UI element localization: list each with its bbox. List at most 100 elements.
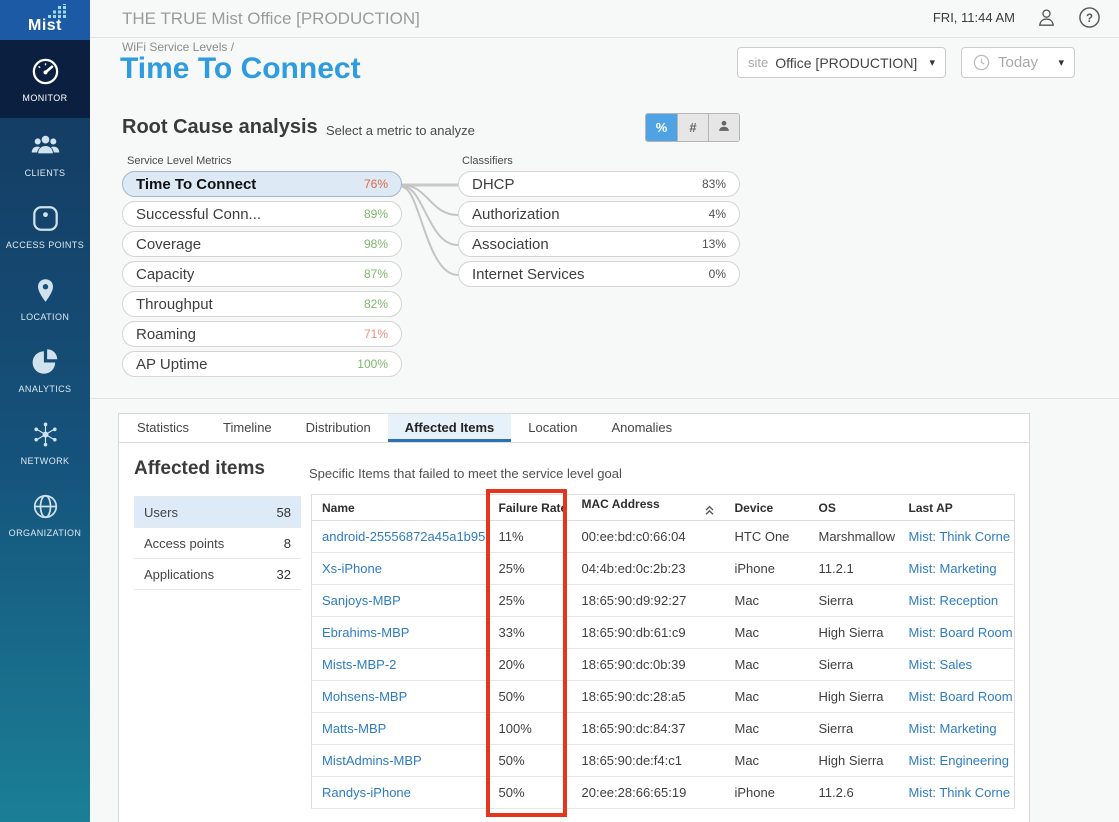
failure-rate-cell: 100% (489, 713, 572, 745)
device-name-link[interactable]: MistAdmins-MBP (322, 753, 422, 768)
sidebar-item-access-points[interactable]: ACCESS POINTS (0, 190, 90, 262)
metric-pill-successful-conn[interactable]: Successful Conn...89% (122, 201, 402, 227)
classifiers-column-label: Classifiers (462, 155, 513, 167)
tab-location[interactable]: Location (511, 414, 594, 442)
unit-toggle-count-button[interactable]: # (677, 114, 708, 141)
category-applications[interactable]: Applications32 (134, 559, 301, 590)
last-ap-link[interactable]: Mist: Marketing (909, 561, 997, 576)
sidebar-item-label: ACCESS POINTS (6, 240, 84, 250)
sidebar-item-monitor[interactable]: MONITOR (0, 40, 90, 118)
os-cell: High Sierra (809, 681, 899, 713)
category-access-points[interactable]: Access points8 (134, 528, 301, 559)
unit-toggle-percent-button[interactable]: % (646, 114, 677, 141)
device-name-link-container: Randys-iPhone (312, 777, 489, 809)
last-ap-link[interactable]: Mist: Sales (909, 657, 973, 672)
metric-pill-capacity[interactable]: Capacity87% (122, 261, 402, 287)
last-ap-link[interactable]: Mist: Marketing (909, 721, 997, 736)
category-label: Users (144, 505, 178, 520)
device-name-link-container: Mohsens-MBP (312, 681, 489, 713)
metric-pill-name: AP Uptime (136, 356, 207, 373)
failure-rate-cell: 25% (489, 585, 572, 617)
access-point-icon (30, 202, 61, 234)
mac-address-cell: 20:ee:28:66:65:19 (572, 777, 725, 809)
classifiers-list: DHCP 83% Authorization4% Association13% Inte… (458, 171, 740, 287)
chevron-down-icon: ▾ (929, 56, 935, 69)
tab-anomalies[interactable]: Anomalies (594, 414, 689, 442)
metric-pill-value: 82% (364, 297, 388, 311)
device-name-link[interactable]: Sanjoys-MBP (322, 593, 401, 608)
classifier-pill-name: DHCP (472, 176, 515, 193)
device-name-link[interactable]: Matts-MBP (322, 721, 386, 736)
mist-logo-text: Mist (28, 17, 62, 35)
metric-pill-throughput[interactable]: Throughput82% (122, 291, 402, 317)
device-name-link[interactable]: android-25556872a45a1b95 (322, 529, 485, 544)
column-header-label: MAC Address (582, 497, 660, 511)
tab-timeline[interactable]: Timeline (206, 414, 289, 442)
last-ap-link[interactable]: Mist: Think Corne (909, 529, 1011, 544)
classifier-pill-internet-services[interactable]: Internet Services0% (458, 261, 740, 287)
metric-pill-roaming[interactable]: Roaming71% (122, 321, 402, 347)
classifier-pill-value: 83% (702, 177, 726, 191)
sidebar-item-organization[interactable]: ORGANIZATION (0, 478, 90, 550)
time-range-selector[interactable]: Today ▾ (961, 47, 1075, 78)
metric-pill-coverage[interactable]: Coverage98% (122, 231, 402, 257)
device-type-cell: iPhone (725, 777, 809, 809)
sidebar-item-location[interactable]: LOCATION (0, 262, 90, 334)
device-type-cell: HTC One (725, 521, 809, 553)
classifier-pill-dhcp[interactable]: DHCP 83% (458, 171, 740, 197)
device-name-link[interactable]: Xs-iPhone (322, 561, 382, 576)
sort-ascending-icon (704, 504, 715, 519)
table-row: Sanjoys-MBP25%18:65:90:d9:92:27MacSierra… (312, 585, 1015, 617)
user-account-icon[interactable] (1035, 6, 1058, 29)
device-name-link[interactable]: Randys-iPhone (322, 785, 411, 800)
affected-items-table: NameFailure Rate MAC Address DeviceOSLast … (311, 494, 1015, 809)
mac-address-cell: 18:65:90:de:f4:c1 (572, 745, 725, 777)
table-header-row: NameFailure Rate MAC Address DeviceOSLast … (312, 495, 1015, 521)
column-header-mac-address[interactable]: MAC Address (572, 495, 725, 521)
column-header-os[interactable]: OS (809, 495, 899, 521)
sidebar-item-network[interactable]: NETWORK (0, 406, 90, 478)
help-icon[interactable]: ? (1078, 6, 1101, 29)
section-divider (90, 398, 1119, 399)
last-ap-link[interactable]: Mist: Engineering (909, 753, 1009, 768)
gauge-icon (30, 55, 61, 87)
device-type-cell: Mac (725, 585, 809, 617)
site-selector[interactable]: site Office [PRODUCTION] ▾ (737, 47, 946, 78)
last-ap-link[interactable]: Mist: Board Room (909, 625, 1013, 640)
device-name-link[interactable]: Mohsens-MBP (322, 689, 407, 704)
tab-statistics[interactable]: Statistics (120, 414, 206, 442)
metric-pill-ap-uptime[interactable]: AP Uptime100% (122, 351, 402, 377)
app-root: Mist MONITORCLIENTS ACCESS POINTS LOCATION… (0, 0, 1119, 822)
time-range-value: Today (998, 54, 1038, 71)
table-row: Xs-iPhone25%04:4b:ed:0c:2b:23iPhone11.2.… (312, 553, 1015, 585)
device-name-link-container: MistAdmins-MBP (312, 745, 489, 777)
metric-pill-value: 76% (364, 177, 388, 191)
last-ap-link-container: Mist: Think Corne (899, 521, 1015, 553)
device-name-link[interactable]: Mists-MBP-2 (322, 657, 396, 672)
category-count: 8 (284, 536, 291, 551)
classifier-pill-association[interactable]: Association13% (458, 231, 740, 257)
device-name-link[interactable]: Ebrahims-MBP (322, 625, 409, 640)
column-header-last-ap[interactable]: Last AP (899, 495, 1015, 521)
last-ap-link[interactable]: Mist: Think Corne (909, 785, 1011, 800)
device-name-link-container: Mists-MBP-2 (312, 649, 489, 681)
tab-distribution[interactable]: Distribution (289, 414, 388, 442)
last-ap-link[interactable]: Mist: Reception (909, 593, 999, 608)
classifier-pill-authorization[interactable]: Authorization4% (458, 201, 740, 227)
affected-items-table-wrap: NameFailure Rate MAC Address DeviceOSLast … (311, 494, 1014, 809)
classifier-pill-name: Authorization (472, 206, 560, 223)
metric-pill-time-to-connect[interactable]: Time To Connect76% (122, 171, 402, 197)
column-header-name[interactable]: Name (312, 495, 489, 521)
mist-logo[interactable]: Mist (0, 0, 90, 40)
category-users[interactable]: Users58 (134, 497, 301, 528)
column-header-failure-rate[interactable]: Failure Rate (489, 495, 572, 521)
tab-affected-items[interactable]: Affected Items (388, 414, 512, 442)
device-name-link-container: Ebrahims-MBP (312, 617, 489, 649)
datetime-label: FRI, 11:44 AM (933, 10, 1015, 25)
sidebar-item-analytics[interactable]: ANALYTICS (0, 334, 90, 406)
sidebar-item-label: ORGANIZATION (9, 528, 82, 538)
sidebar-item-clients[interactable]: CLIENTS (0, 118, 90, 190)
column-header-device[interactable]: Device (725, 495, 809, 521)
last-ap-link[interactable]: Mist: Board Room (909, 689, 1013, 704)
unit-toggle-user-button[interactable] (708, 114, 739, 141)
